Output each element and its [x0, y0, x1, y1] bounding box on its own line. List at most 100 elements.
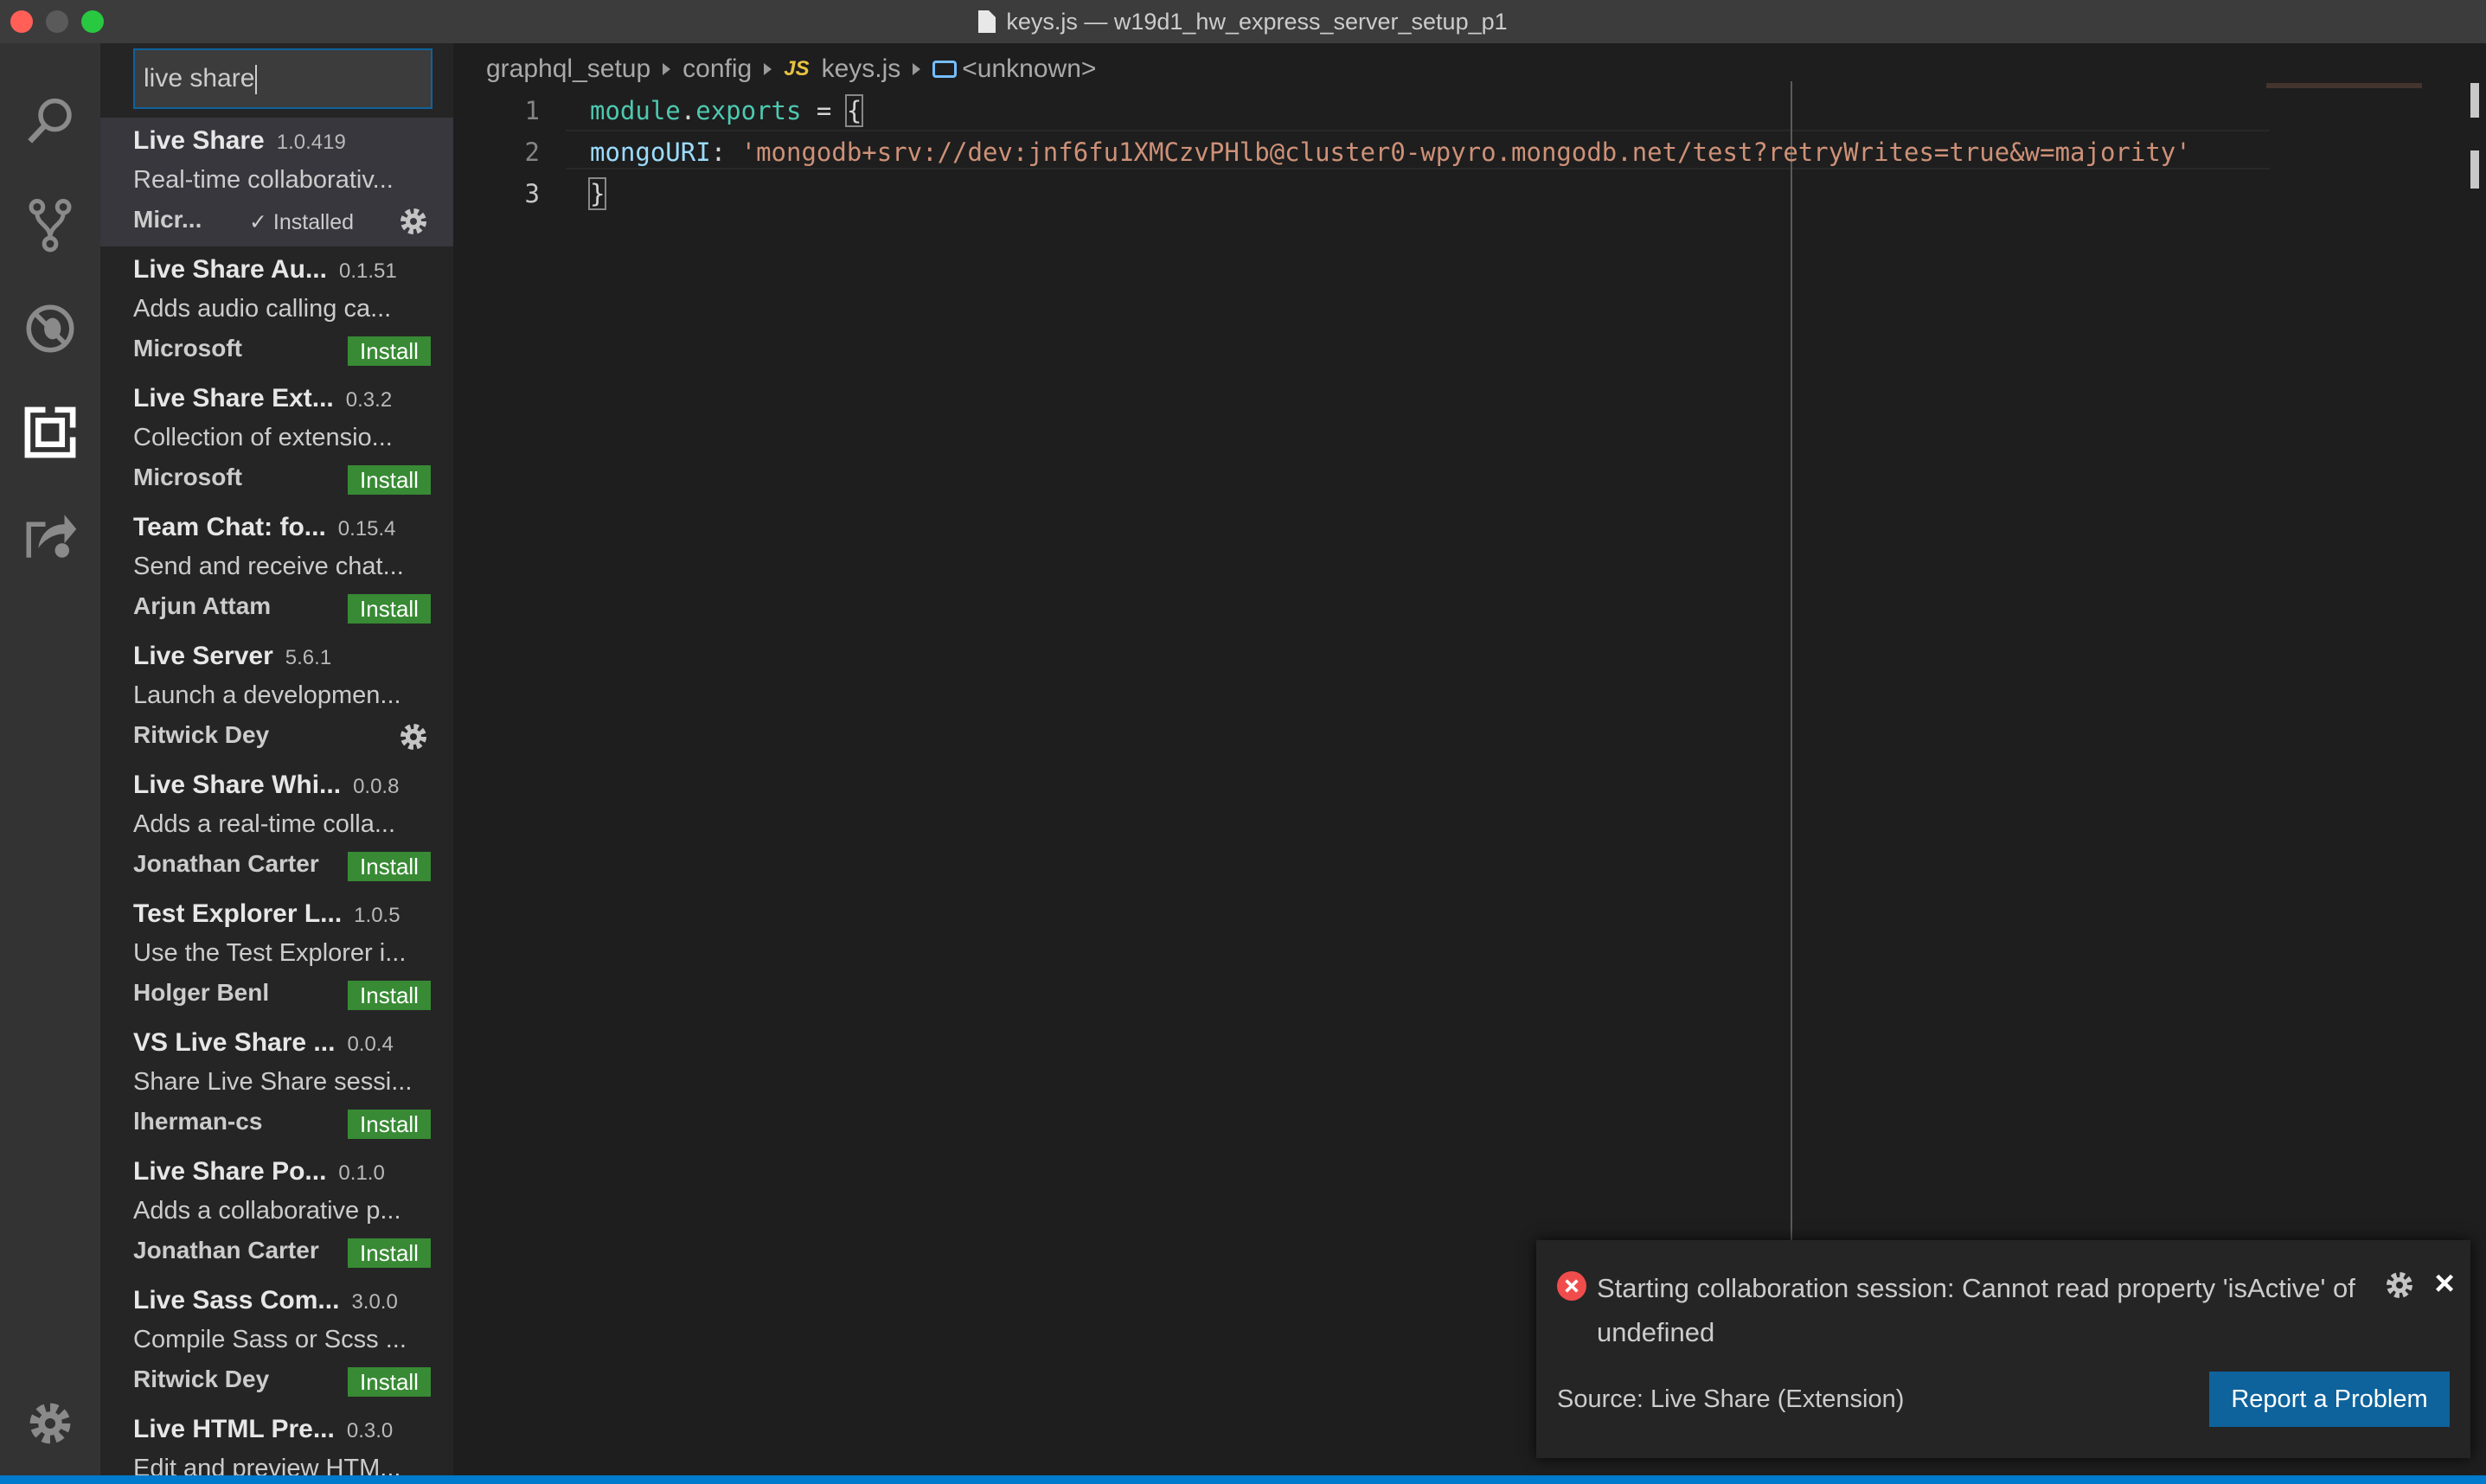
extension-title-row: Team Chat: fo... 0.15.4 — [133, 513, 445, 542]
extension-title-row: VS Live Share ... 0.0.4 — [133, 1028, 445, 1058]
code-text: mongoURI: 'mongodb+srv://dev:jnf6fu1XMCz… — [590, 133, 2191, 171]
window-title-text: keys.js — w19d1_hw_express_server_setup_… — [1006, 8, 1508, 35]
extension-item[interactable]: VS Live Share ... 0.0.4 Share Live Share … — [100, 1020, 453, 1148]
report-problem-button[interactable]: Report a Problem — [2209, 1372, 2450, 1427]
activity-bar — [0, 43, 100, 1479]
window-title: keys.js — w19d1_hw_express_server_setup_… — [978, 8, 1508, 35]
search-input-value: live share — [144, 64, 255, 93]
minimize-window-button[interactable] — [46, 10, 68, 33]
extensions-list: Live Share 1.0.419 Real-time collaborativ… — [100, 118, 453, 1479]
notification-close-icon[interactable]: × — [2427, 1264, 2462, 1302]
settings-gear-icon[interactable] — [16, 1389, 85, 1458]
install-button[interactable]: Install — [348, 594, 431, 624]
extension-name: Live Share — [133, 126, 265, 155]
breadcrumb-item[interactable]: keys.js — [822, 54, 901, 84]
extension-name: VS Live Share ... — [133, 1028, 336, 1057]
extension-name: Live Share Po... — [133, 1157, 327, 1186]
code-token: module — [590, 96, 681, 125]
extension-item[interactable]: Live Share Ext... 0.3.2 Collection of ext… — [100, 375, 453, 504]
extension-publisher: Ritwick Dey — [133, 1366, 270, 1392]
extension-name: Live Server — [133, 642, 273, 670]
install-button[interactable]: Install — [348, 981, 431, 1010]
extension-item[interactable]: Live Sass Com... 3.0.0 Compile Sass or Sc… — [100, 1277, 453, 1406]
breadcrumb-item[interactable]: <unknown> — [962, 54, 1096, 84]
maximize-window-button[interactable] — [81, 10, 104, 33]
line-number: 2 — [524, 138, 540, 167]
extension-name: Live Share Ext... — [133, 384, 334, 413]
extension-title-row: Live HTML Pre... 0.3.0 — [133, 1415, 445, 1444]
extension-version: 1.0.5 — [354, 904, 400, 927]
install-button[interactable]: Install — [348, 1110, 431, 1139]
extension-version: 0.15.4 — [337, 517, 396, 541]
extension-publisher: Microsoft — [133, 335, 242, 361]
code-token: mongoURI — [590, 138, 711, 167]
extension-version: 0.0.4 — [347, 1033, 394, 1056]
code-token: { — [844, 94, 864, 127]
breadcrumb-chevron-icon — [913, 63, 921, 75]
source-control-icon[interactable] — [16, 190, 85, 259]
extension-item[interactable]: Live Share 1.0.419 Real-time collaborativ… — [100, 118, 453, 246]
manage-gear-icon[interactable] — [396, 720, 431, 754]
extension-version: 5.6.1 — [285, 646, 332, 669]
extensions-search-input[interactable]: live share — [133, 48, 432, 109]
extension-item[interactable]: Live Share Po... 0.1.0 Adds a collaborati… — [100, 1148, 453, 1277]
extension-description: Adds a collaborative p... — [133, 1197, 401, 1225]
extension-publisher: Ritwick Dey — [133, 721, 270, 748]
extension-item[interactable]: Team Chat: fo... 0.15.4 Send and receive … — [100, 504, 453, 633]
notification-settings-gear-icon[interactable] — [2382, 1268, 2417, 1302]
error-notification: Starting collaboration session: Cannot r… — [1536, 1240, 2470, 1458]
extension-name: Team Chat: fo... — [133, 513, 326, 541]
scrollbar-thumb[interactable] — [2470, 150, 2479, 189]
minimap[interactable] — [2266, 83, 2422, 88]
extensions-icon[interactable] — [16, 398, 85, 467]
install-button[interactable]: Install — [348, 852, 431, 881]
extension-title-row: Live Share Whi... 0.0.8 — [133, 771, 445, 800]
extension-publisher: Jonathan Carter — [133, 850, 319, 877]
breadcrumb-item[interactable]: config — [682, 54, 752, 84]
install-button[interactable]: Install — [348, 1367, 431, 1397]
extension-description: Send and receive chat... — [133, 553, 404, 580]
search-icon[interactable] — [16, 86, 85, 156]
scrollbar-marker[interactable] — [2470, 83, 2479, 118]
extension-version: 0.3.2 — [345, 388, 393, 412]
extension-item[interactable]: Live Share Au... 0.1.51 Adds audio callin… — [100, 246, 453, 375]
extension-publisher: Jonathan Carter — [133, 1237, 319, 1263]
installed-label: Installed — [272, 210, 355, 234]
extension-version: 0.1.0 — [338, 1161, 385, 1185]
extension-title-row: Live Share Au... 0.1.51 — [133, 255, 445, 285]
notification-message: Starting collaboration session: Cannot r… — [1597, 1273, 2355, 1347]
line-number: 1 — [524, 96, 540, 125]
line-number: 3 — [524, 179, 540, 208]
debug-icon[interactable] — [16, 294, 85, 363]
extension-title-row: Test Explorer L... 1.0.5 — [133, 899, 445, 929]
install-button[interactable]: Install — [348, 465, 431, 495]
installed-status: ✓ Installed — [249, 210, 355, 234]
extension-item[interactable]: Live HTML Pre... 0.3.0 Edit and preview H… — [100, 1406, 453, 1479]
extension-version: 1.0.419 — [276, 131, 346, 154]
error-icon — [1557, 1271, 1586, 1301]
file-icon — [978, 10, 996, 33]
breadcrumb-chevron-icon — [764, 63, 772, 75]
code-token: : — [710, 138, 741, 167]
code-text: } — [587, 175, 607, 213]
install-button[interactable]: Install — [348, 1238, 431, 1268]
extension-item[interactable]: Live Share Whi... 0.0.8 Adds a real-time … — [100, 762, 453, 891]
extension-name: Live Sass Com... — [133, 1286, 340, 1314]
live-share-icon[interactable] — [16, 502, 85, 571]
extension-description: Compile Sass or Scss ... — [133, 1326, 407, 1353]
extension-name: Test Explorer L... — [133, 899, 343, 928]
extension-title-row: Live Server 5.6.1 — [133, 642, 445, 671]
breadcrumb-item[interactable]: graphql_setup — [486, 54, 650, 84]
install-button[interactable]: Install — [348, 336, 431, 366]
extension-name: Live HTML Pre... — [133, 1415, 335, 1443]
extensions-sidebar: live share Live Share 1.0.419 Real-time c… — [100, 43, 453, 1479]
extension-item[interactable]: Test Explorer L... 1.0.5 Use the Test Exp… — [100, 891, 453, 1020]
extension-publisher: Micr... — [133, 206, 202, 233]
extension-description: Collection of extensio... — [133, 424, 393, 451]
extension-item[interactable]: Live Server 5.6.1 Launch a developmen... … — [100, 633, 453, 762]
manage-gear-icon[interactable] — [396, 204, 431, 239]
code-token: 'mongodb+srv://dev:jnf6fu1XMCzvPHlb@clus… — [740, 138, 2191, 167]
close-window-button[interactable] — [10, 10, 33, 33]
status-bar — [0, 1475, 2486, 1484]
extension-description: Use the Test Explorer i... — [133, 939, 407, 967]
